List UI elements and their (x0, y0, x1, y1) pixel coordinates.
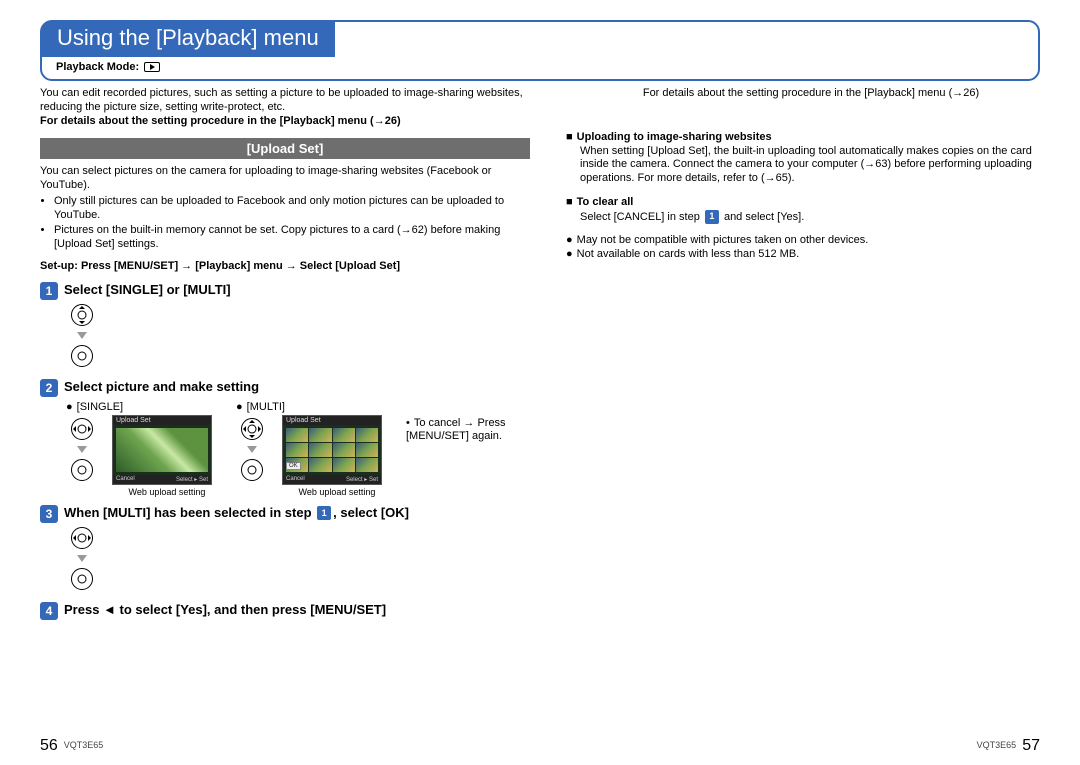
step-4: 4 Press ◄ to select [Yes], and then pres… (40, 602, 530, 620)
inline-step-ref-icon: 1 (317, 506, 331, 520)
dpad-center-icon (71, 345, 93, 367)
arrow-down-icon (77, 555, 87, 562)
step-1-title: Select [SINGLE] or [MULTI] (64, 282, 231, 297)
section-header-upload-set: [Upload Set] (40, 138, 530, 159)
caption-multi: Web upload setting (282, 487, 392, 497)
page-number-right: VQT3E6557 (971, 737, 1040, 755)
dpad-center-icon (71, 568, 93, 590)
step-number-icon: 4 (40, 602, 58, 620)
step-2: 2 Select picture and make setting (40, 379, 530, 397)
page-number-left: 56VQT3E65 (40, 737, 103, 755)
upload-bullet: Only still pictures can be uploaded to F… (54, 195, 530, 223)
dpad-center-icon (241, 459, 263, 481)
step-1-controls (66, 300, 530, 371)
heading-clear-all: To clear all (566, 196, 1056, 210)
step-2-controls-single: [SINGLE] (66, 401, 98, 486)
dpad-icon (71, 304, 93, 326)
intro-text: You can edit recorded pictures, such as … (40, 87, 530, 115)
step-2-controls-multi: [MULTI] (236, 401, 268, 486)
arrow-down-icon (77, 332, 87, 339)
right-top-line: For details about the setting procedure … (566, 87, 1056, 101)
step-3-controls (66, 523, 530, 594)
left-column: You can edit recorded pictures, such as … (40, 87, 530, 620)
intro-detail: For details about the setting procedure … (40, 115, 530, 129)
upload-bullets: Only still pictures can be uploaded to F… (54, 195, 530, 252)
dpad-center-icon (71, 459, 93, 481)
step-number-icon: 1 (40, 282, 58, 300)
screenshot-multi: Upload Set OK CancelSelect ▸ Set Web upl… (282, 401, 392, 497)
uploading-text: When setting [Upload Set], the built-in … (580, 145, 1056, 186)
step-3-title: When [MULTI] has been selected in step 1… (64, 505, 409, 521)
upload-desc: You can select pictures on the camera fo… (40, 165, 530, 193)
playback-mode-line: Playback Mode: (42, 57, 1038, 73)
step-number-icon: 3 (40, 505, 58, 523)
screenshot-single: Upload Set CancelSelect ▸ Set Web upload… (112, 401, 222, 497)
dpad-icon (241, 418, 263, 440)
step-number-icon: 2 (40, 379, 58, 397)
note-512mb: Not available on cards with less than 51… (566, 248, 1056, 262)
heading-uploading: Uploading to image-sharing websites (566, 131, 1056, 145)
arrow-down-icon (77, 446, 87, 453)
inline-step-ref-icon: 1 (705, 210, 719, 224)
note-compat: May not be compatible with pictures take… (566, 234, 1056, 248)
dpad-icon (71, 418, 93, 440)
playback-mode-label: Playback Mode: (56, 61, 139, 73)
dpad-icon (71, 527, 93, 549)
title-bar: Using the [Playback] menu Playback Mode: (40, 20, 1040, 81)
right-column: For details about the setting procedure … (566, 87, 1056, 620)
caption-single: Web upload setting (112, 487, 222, 497)
play-icon (144, 62, 160, 72)
step-2-title: Select picture and make setting (64, 379, 259, 394)
single-label: [SINGLE] (66, 401, 98, 415)
step-1: 1 Select [SINGLE] or [MULTI] (40, 282, 530, 300)
step-2-cancel-note: To cancel → Press [MENU/SET] again. (406, 401, 516, 445)
step-3: 3 When [MULTI] has been selected in step… (40, 505, 530, 523)
setup-line: Set-up: Press [MENU/SET] → [Playback] me… (40, 260, 530, 274)
clear-all-text: Select [CANCEL] in step 1 and select [Ye… (580, 210, 1056, 225)
step-4-title: Press ◄ to select [Yes], and then press … (64, 602, 386, 617)
step-2-gallery: [SINGLE] Upload Set CancelSelect ▸ Set W… (66, 401, 530, 497)
multi-label: [MULTI] (236, 401, 268, 415)
upload-bullet: Pictures on the built-in memory cannot b… (54, 224, 530, 252)
page-title: Using the [Playback] menu (41, 21, 335, 57)
arrow-down-icon (247, 446, 257, 453)
